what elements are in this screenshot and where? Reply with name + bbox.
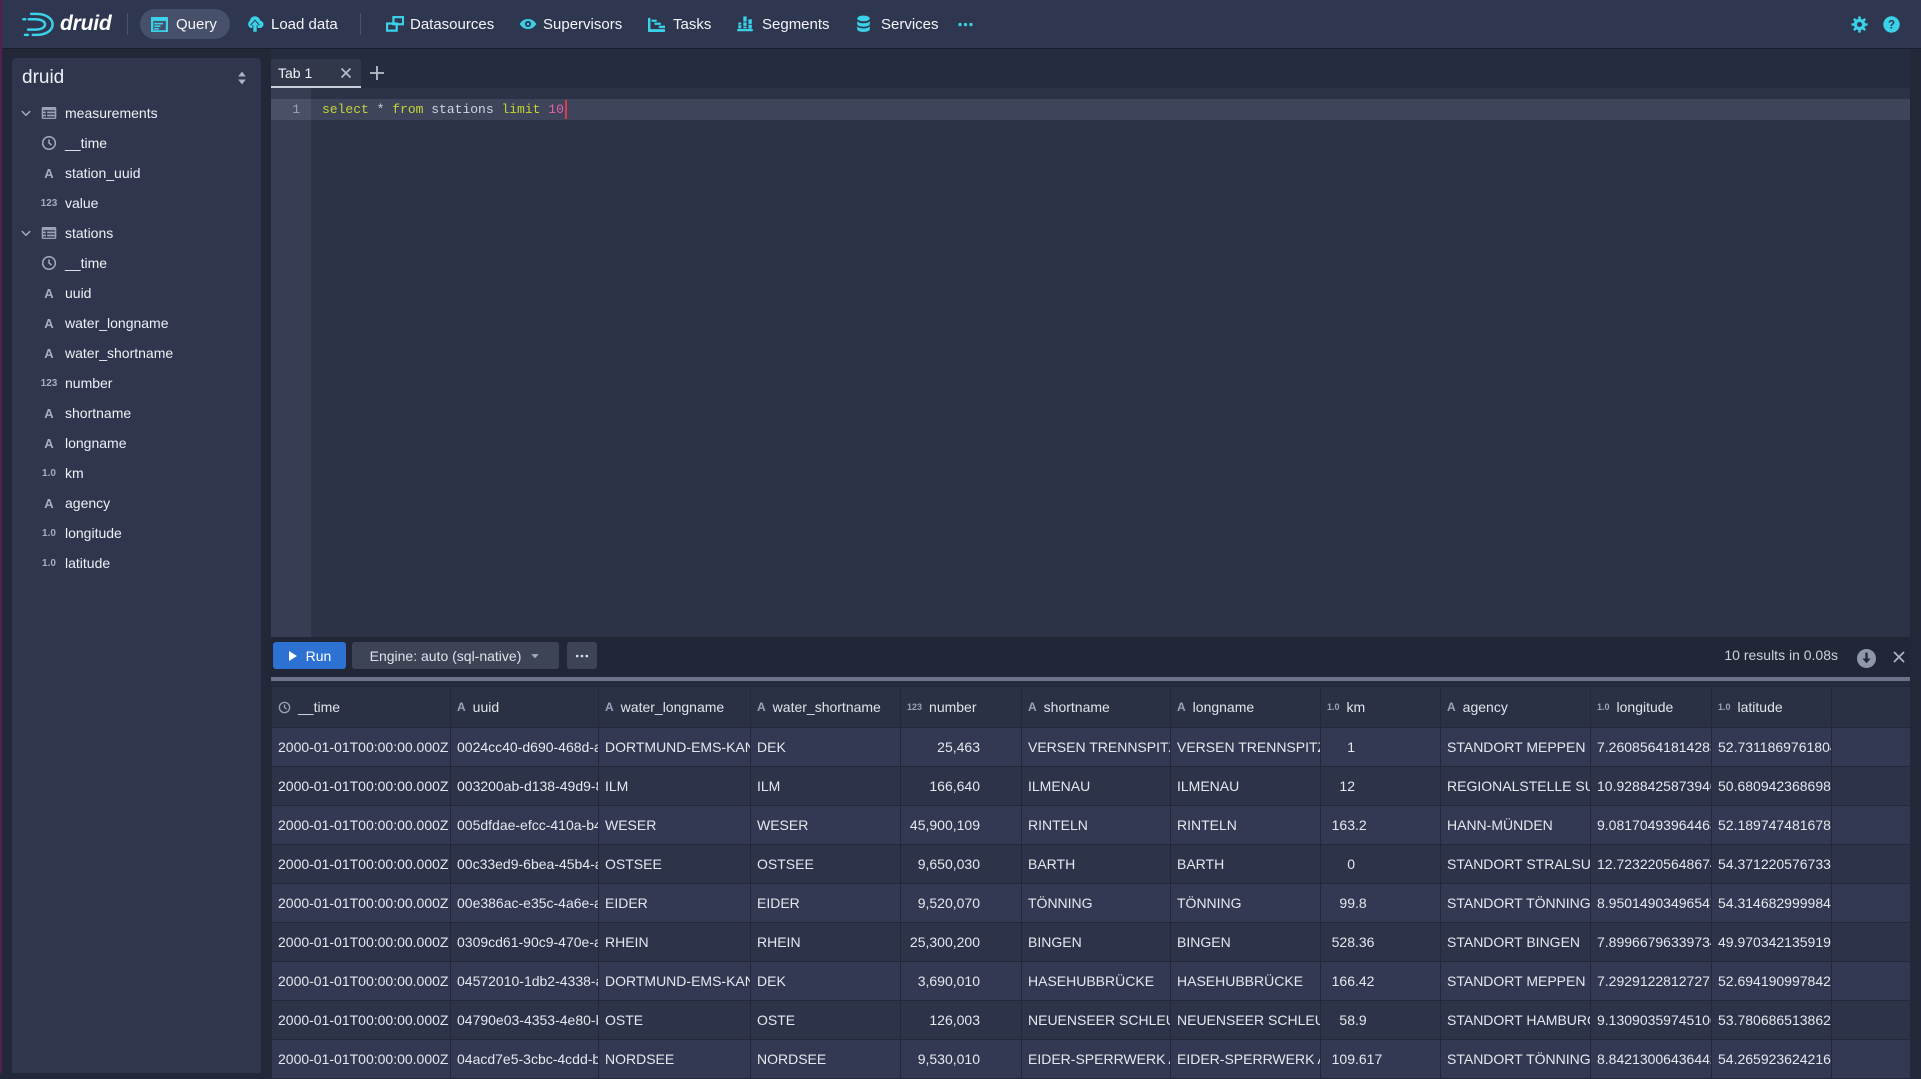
svg-text:?: ?	[1888, 19, 1895, 31]
